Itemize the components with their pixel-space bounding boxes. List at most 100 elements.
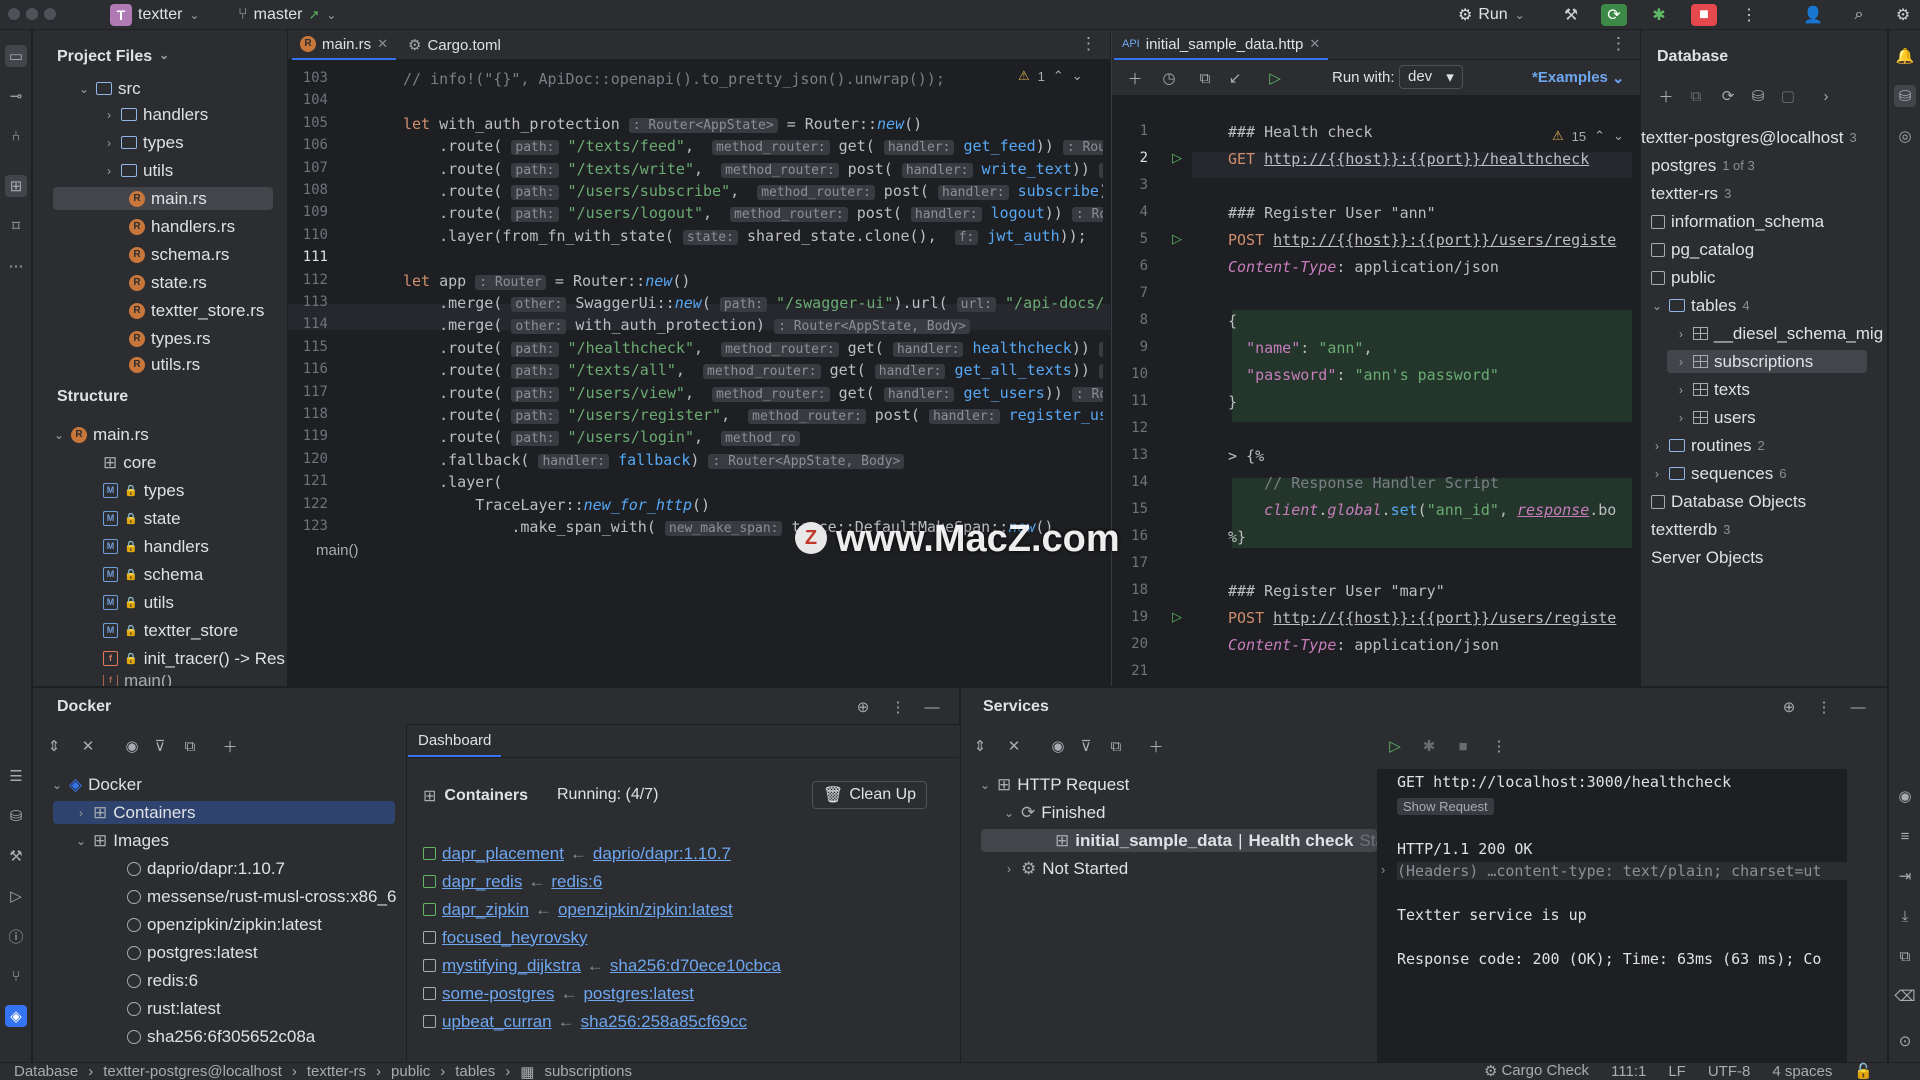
- refresh-icon[interactable]: ⟳: [1717, 85, 1739, 107]
- rerun-icon[interactable]: ⟳: [1601, 4, 1627, 26]
- db-item-information-schema[interactable]: information_schema: [1651, 210, 1824, 233]
- container-image[interactable]: postgres:latest: [583, 984, 694, 1004]
- expand-all-icon[interactable]: ⇕: [969, 735, 991, 757]
- services-tree-not-started[interactable]: › ⚙ Not Started: [1003, 857, 1128, 880]
- run-configuration[interactable]: ⚙ Run ⌄: [1458, 4, 1526, 26]
- db-item-users[interactable]: › users: [1675, 406, 1756, 429]
- db-item-diesel-schema[interactable]: › __diesel_schema_mig: [1675, 322, 1885, 345]
- database-tool-icon[interactable]: ⛁: [1894, 85, 1916, 107]
- container-row[interactable]: upbeat_curran ← sha256:258a85cf69cc: [423, 1010, 747, 1033]
- indent-setting[interactable]: 4 spaces: [1772, 1063, 1832, 1080]
- container-image[interactable]: sha256:258a85cf69cc: [581, 1012, 747, 1032]
- docker-image-item[interactable]: openzipkin/zipkin:latest: [127, 913, 322, 936]
- tree-item-utils[interactable]: › utils: [103, 159, 173, 182]
- status-breadcrumb-item[interactable]: tables: [455, 1063, 495, 1080]
- chevron-right-icon[interactable]: ›: [1381, 862, 1385, 877]
- container-row[interactable]: focused_heyrovsky: [423, 926, 588, 949]
- db-item-postgres[interactable]: postgres 1 of 3: [1651, 154, 1755, 177]
- structure-item-main-rs[interactable]: ⌄ Rmain.rs: [53, 423, 149, 446]
- status-breadcrumb-item[interactable]: Database: [14, 1063, 78, 1080]
- status-breadcrumb-item[interactable]: public: [391, 1063, 430, 1080]
- settings-gear-icon[interactable]: ⚙: [1890, 4, 1916, 26]
- tab-dashboard[interactable]: Dashboard: [408, 725, 502, 757]
- tree-item-handlers-rs[interactable]: Rhandlers.rs: [129, 215, 235, 238]
- db-item-tables[interactable]: ⌄ tables 4: [1651, 294, 1750, 317]
- tab-main-rs[interactable]: Rmain.rs ✕: [292, 30, 397, 60]
- structure-item-types[interactable]: M 🔒 types: [103, 479, 184, 502]
- structure-item-utils[interactable]: M 🔒 utils: [103, 591, 174, 614]
- tree-item-main-rs[interactable]: Rmain.rs: [53, 187, 273, 210]
- minimize-icon[interactable]: —: [1847, 696, 1869, 718]
- structure-item-state[interactable]: M 🔒 state: [103, 507, 181, 530]
- services-tree-initial-sample-data[interactable]: ⊞initial_sample_data|Health check Sta: [981, 829, 1377, 852]
- show-request-button[interactable]: Show Request: [1397, 798, 1494, 815]
- container-name[interactable]: some-postgres: [442, 984, 554, 1004]
- tree-item-utils-rs[interactable]: Rutils.rs: [129, 355, 200, 375]
- status-breadcrumb-item[interactable]: textter-postgres@localhost: [103, 1063, 282, 1080]
- container-row[interactable]: mystifying_dijkstra ← sha256:d70ece10cbca: [423, 954, 781, 977]
- tree-item-handlers[interactable]: › handlers: [103, 103, 208, 126]
- structure-item-core[interactable]: ⊞ core: [103, 451, 156, 474]
- more-vertical-icon[interactable]: ⋮: [887, 696, 909, 718]
- more-vertical-icon[interactable]: ⋮: [1736, 4, 1762, 26]
- structure-item-main[interactable]: f main(): [103, 675, 172, 686]
- build-icon[interactable]: ⚒: [5, 845, 27, 867]
- container-name[interactable]: dapr_zipkin: [442, 900, 529, 920]
- docker-image-item[interactable]: redis:6: [127, 969, 198, 992]
- show-icon[interactable]: ◉: [1047, 735, 1069, 757]
- docker-tree-containers[interactable]: › ⊞ Containers: [53, 801, 395, 824]
- wrap-icon[interactable]: ≡: [1894, 825, 1916, 847]
- debug-bug-icon[interactable]: ✱: [1418, 735, 1440, 757]
- add-icon[interactable]: ＋: [219, 735, 241, 757]
- container-row[interactable]: dapr_zipkin ← openzipkin/zipkin:latest: [423, 898, 733, 921]
- connect-icon[interactable]: ⊙: [1894, 1030, 1916, 1052]
- commit-icon[interactable]: ⊸: [5, 85, 27, 107]
- copy-icon[interactable]: ⧉: [1194, 67, 1216, 89]
- db-item-routines[interactable]: › routines 2: [1651, 434, 1765, 457]
- file-encoding[interactable]: UTF-8: [1708, 1063, 1751, 1080]
- scroll-to-end-icon[interactable]: ⤓: [1894, 905, 1916, 927]
- more-tools-icon[interactable]: ⋯: [5, 255, 27, 277]
- db-item-database-objects[interactable]: Database Objects: [1651, 490, 1806, 513]
- project-switcher[interactable]: T textter ⌄: [110, 4, 200, 26]
- db-item-sequences[interactable]: › sequences 6: [1651, 462, 1786, 485]
- services-list-icon[interactable]: ☰: [5, 765, 27, 787]
- locate-icon[interactable]: ⊕: [1778, 696, 1800, 718]
- project-folder-icon[interactable]: ▭: [5, 45, 27, 67]
- container-name[interactable]: focused_heyrovsky: [442, 928, 588, 948]
- eye-icon[interactable]: ◉: [1894, 785, 1916, 807]
- window-zoom-button[interactable]: [44, 8, 56, 20]
- container-row[interactable]: some-postgres ← postgres:latest: [423, 982, 694, 1005]
- edit-icon[interactable]: ▢: [1777, 85, 1799, 107]
- problems-icon[interactable]: ⓘ: [5, 925, 27, 947]
- db-item-server-objects[interactable]: Server Objects: [1651, 546, 1763, 569]
- window-close-button[interactable]: [8, 8, 20, 20]
- more-vertical-icon[interactable]: ⋮: [1488, 735, 1510, 757]
- structure-item-handlers[interactable]: M 🔒 handlers: [103, 535, 209, 558]
- tree-item-types[interactable]: › types: [103, 131, 184, 154]
- db-item-pg-catalog[interactable]: pg_catalog: [1651, 238, 1754, 261]
- window-minimize-button[interactable]: [26, 8, 38, 20]
- structure-item-init-tracer[interactable]: f 🔒 init_tracer() -> Res: [103, 647, 285, 670]
- new-window-icon[interactable]: ⧉: [179, 735, 201, 757]
- container-row[interactable]: dapr_redis ← redis:6: [423, 870, 602, 893]
- stop-icon[interactable]: ■: [1452, 735, 1474, 757]
- container-image[interactable]: sha256:d70ece10cbca: [610, 956, 781, 976]
- db-item-subscriptions[interactable]: › subscriptions: [1667, 350, 1867, 373]
- cargo-check-widget[interactable]: ⚙ Cargo Check: [1484, 1062, 1589, 1080]
- container-name[interactable]: mystifying_dijkstra: [442, 956, 581, 976]
- debug-bug-icon[interactable]: ✱: [1646, 4, 1672, 26]
- db-item-texts[interactable]: › texts: [1675, 378, 1750, 401]
- lock-icon[interactable]: 🔓: [1854, 1062, 1873, 1080]
- add-datasource-icon[interactable]: ＋: [1655, 85, 1677, 107]
- line-separator[interactable]: LF: [1668, 1063, 1686, 1080]
- add-icon[interactable]: ＋: [1145, 735, 1167, 757]
- collapse-all-icon[interactable]: ✕: [77, 735, 99, 757]
- container-image[interactable]: redis:6: [551, 872, 602, 892]
- locate-icon[interactable]: ⊕: [852, 696, 874, 718]
- docker-image-item[interactable]: rust:latest: [127, 997, 221, 1020]
- tree-item-schema-rs[interactable]: Rschema.rs: [129, 243, 229, 266]
- copy-icon[interactable]: ⧉: [1894, 945, 1916, 967]
- docker-icon[interactable]: ◈: [5, 1005, 27, 1027]
- container-row[interactable]: dapr_placement ← daprio/dapr:1.10.7: [423, 842, 731, 865]
